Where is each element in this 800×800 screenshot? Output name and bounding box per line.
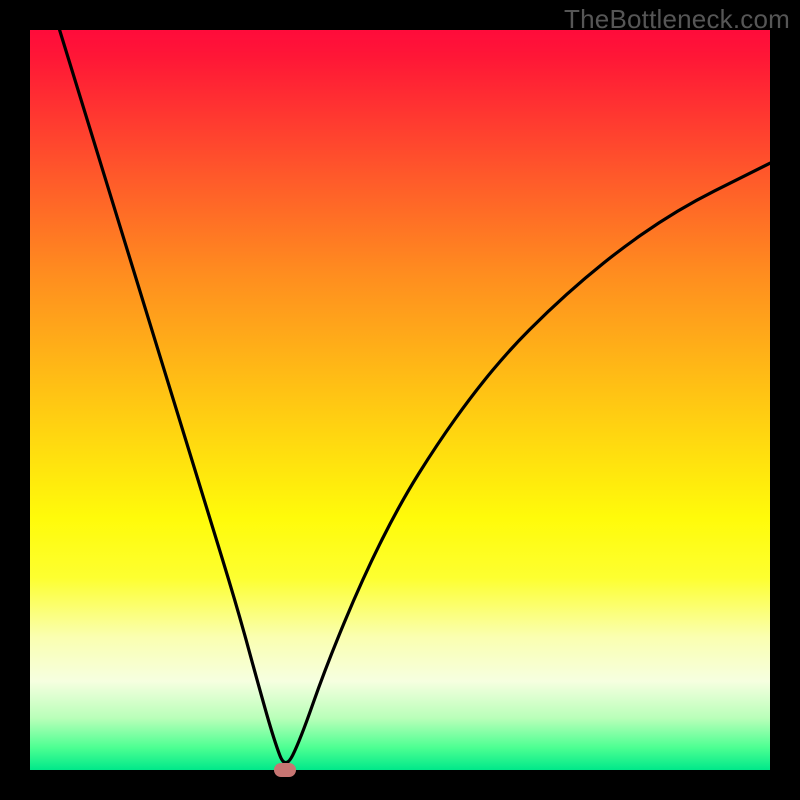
bottleneck-curve: [60, 30, 770, 763]
plot-area: [30, 30, 770, 770]
curve-layer: [30, 30, 770, 770]
chart-frame: TheBottleneck.com: [0, 0, 800, 800]
minimum-marker: [274, 763, 296, 777]
